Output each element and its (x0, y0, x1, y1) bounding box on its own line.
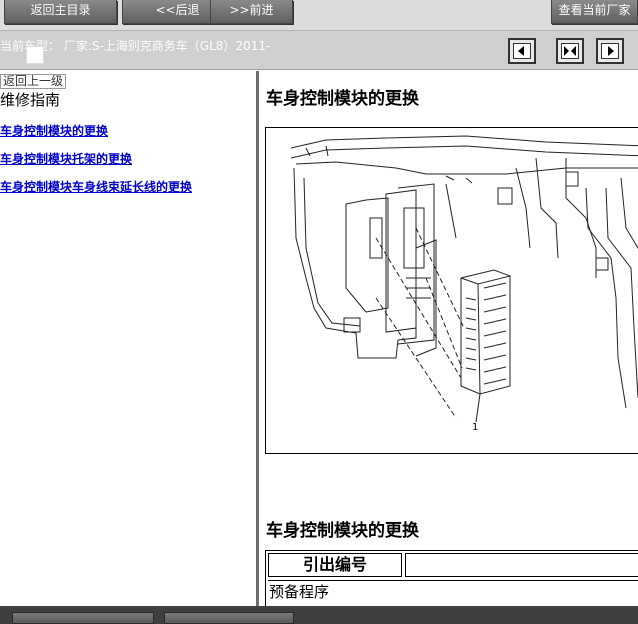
collapse-right-icon[interactable] (596, 38, 624, 64)
section-heading-2: 车身控制模块的更换 (266, 521, 419, 541)
top-toolbar: 返回主目录 <<后退 >>前进 查看当前厂家 (0, 0, 638, 30)
repair-guide-title: 维修指南 (0, 91, 61, 109)
nav-link-bcm-harness-extension-replacement[interactable]: 车身控制模块车身线束延长线的更换 (0, 178, 192, 195)
forward-button[interactable]: >>前进 (210, 0, 293, 24)
vehicle-bar: 当前车型： 厂家:S-上海别克商务车（GL8）2011- (0, 30, 638, 70)
left-nav-panel: 返回上一级 维修指南 车身控制模块的更换 车身控制模块托架的更换 车身控制模块车… (0, 71, 256, 606)
bottom-button-2[interactable] (164, 612, 294, 624)
split-view-icon[interactable] (556, 38, 584, 64)
section-heading: 车身控制模块的更换 (266, 89, 419, 109)
content-panel: 车身控制模块的更换 1 车身控制模块的更换 引出编号 预备程序 (259, 71, 638, 606)
table-header-description (405, 553, 638, 577)
bottom-button-1[interactable] (12, 612, 154, 624)
nav-link-bcm-replacement[interactable]: 车身控制模块的更换 (0, 122, 108, 139)
steps-table: 引出编号 预备程序 (265, 550, 638, 606)
bcm-diagram: 1 (265, 127, 638, 454)
back-to-parent-link[interactable]: 返回上一级 (0, 74, 67, 89)
table-row-preparation: 预备程序 (268, 580, 638, 606)
table-header-callout-number: 引出编号 (268, 553, 402, 577)
view-manufacturer-button[interactable]: 查看当前厂家 (551, 0, 638, 24)
figure-callout-number: 1 (472, 422, 479, 433)
nav-link-bcm-bracket-replacement[interactable]: 车身控制模块托架的更换 (0, 150, 132, 167)
bottom-bar (0, 606, 638, 624)
collapse-left-icon[interactable] (508, 38, 536, 64)
return-home-button[interactable]: 返回主目录 (4, 0, 117, 24)
vehicle-select-box[interactable] (26, 46, 44, 64)
